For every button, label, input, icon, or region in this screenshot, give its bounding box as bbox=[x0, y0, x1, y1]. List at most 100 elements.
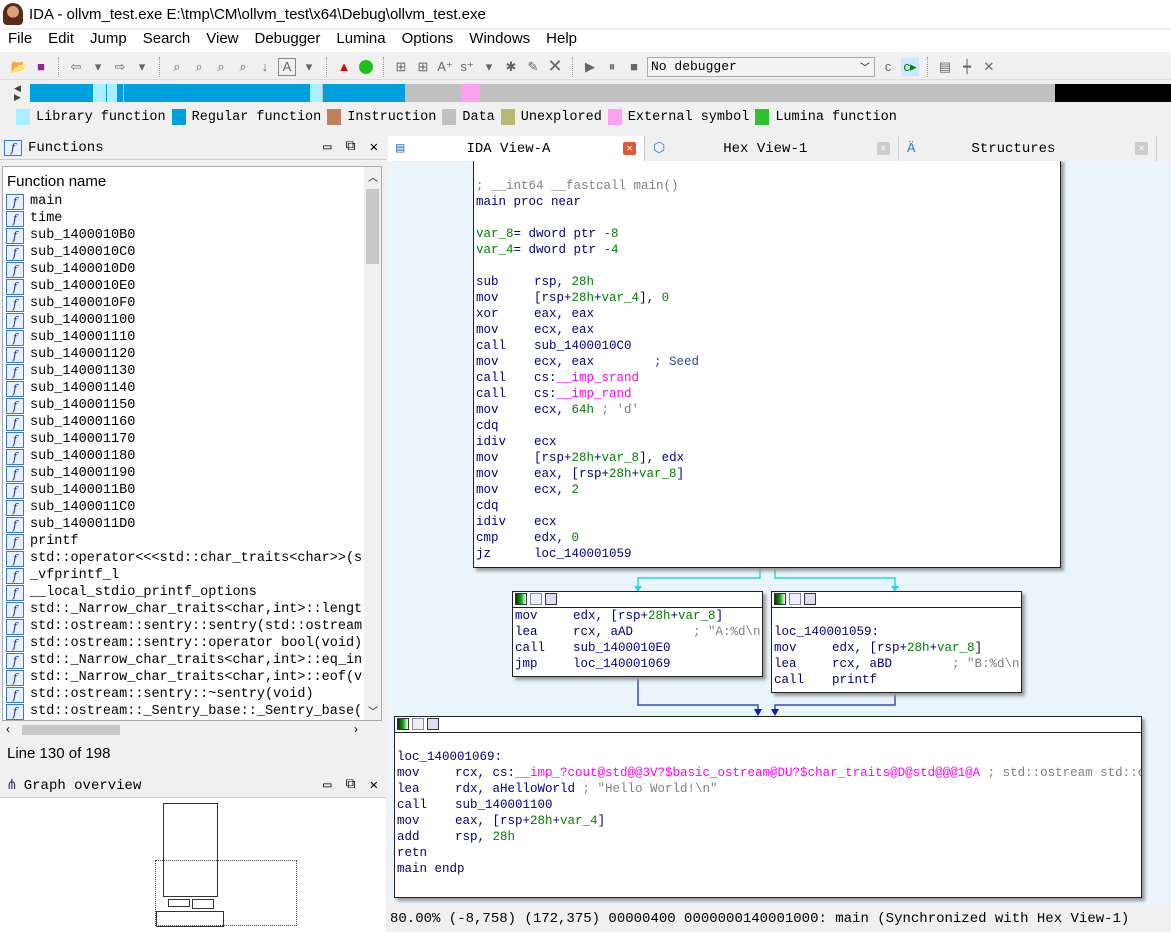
function-list-item[interactable]: f sub_1400010E0 bbox=[3, 278, 363, 295]
function-list-item[interactable]: f std::_Narrow_char_traits<char,int>::len… bbox=[3, 601, 363, 618]
text-format-icon[interactable]: A bbox=[278, 57, 296, 76]
nav-scroll-arrows-icon[interactable]: ◀ ▶ bbox=[14, 84, 21, 102]
debugger-select[interactable]: No debugger ﹀ bbox=[647, 56, 875, 77]
save-icon[interactable]: ■ bbox=[32, 58, 50, 76]
color-icon[interactable] bbox=[515, 593, 527, 605]
menu-options[interactable]: Options bbox=[394, 30, 462, 52]
graph-view[interactable]: ; __int64 __fastcall main() main proc nea… bbox=[388, 161, 1171, 905]
menu-view[interactable]: View bbox=[198, 30, 246, 52]
function-list-item[interactable]: f sub_1400011C0 bbox=[3, 499, 363, 516]
struct-dropdown-icon[interactable]: ▾ bbox=[480, 58, 498, 76]
run-c-icon[interactable]: c▸ bbox=[901, 57, 919, 76]
green-status-icon[interactable] bbox=[357, 58, 375, 76]
close-tab-icon[interactable]: ✕ bbox=[877, 142, 890, 155]
function-list-item[interactable]: f std::_Narrow_char_traits<char,int>::eof… bbox=[3, 669, 363, 686]
back-dropdown-icon[interactable]: ▾ bbox=[89, 58, 107, 76]
function-list-item[interactable]: f sub_140001150 bbox=[3, 397, 363, 414]
navigation-band[interactable]: ◀ ▶ bbox=[0, 82, 1171, 104]
make-array-icon[interactable]: ✱ bbox=[502, 58, 520, 76]
undefine-icon[interactable]: ✕ bbox=[546, 56, 564, 76]
overview-viewport[interactable] bbox=[155, 860, 297, 926]
code-block-main[interactable]: ; __int64 __fastcall main() main proc nea… bbox=[473, 161, 1061, 568]
play-icon[interactable]: ▶ bbox=[581, 58, 599, 76]
function-list-item[interactable]: f sub_140001180 bbox=[3, 448, 363, 465]
delete-breakpoint-icon[interactable]: ✕ bbox=[980, 58, 998, 76]
function-list-item[interactable]: f sub_140001170 bbox=[3, 431, 363, 448]
function-list-item[interactable]: f printf bbox=[3, 533, 363, 550]
code-block-right[interactable]: loc_140001059: mov edx, [rsp+28h+var_8] lea… bbox=[771, 591, 1022, 693]
function-list-item[interactable]: f std::operator<<<std::char_traits<char>>… bbox=[3, 550, 363, 567]
function-list-item[interactable]: f sub_140001110 bbox=[3, 329, 363, 346]
menu-search[interactable]: Search bbox=[135, 30, 199, 52]
function-list-item[interactable]: f _vfprintf_l bbox=[3, 567, 363, 584]
edit-icon[interactable]: ✎ bbox=[524, 58, 542, 76]
search-binary-icon[interactable]: ⌕ bbox=[212, 58, 230, 76]
menu-edit[interactable]: Edit bbox=[40, 30, 82, 52]
function-list-item[interactable]: f sub_1400010F0 bbox=[3, 295, 363, 312]
step-c-icon[interactable]: c bbox=[879, 58, 897, 76]
pause-icon[interactable]: ⏸ bbox=[603, 58, 621, 76]
color-icon[interactable] bbox=[774, 593, 786, 605]
function-list-item[interactable]: f main bbox=[3, 193, 363, 210]
search-code-icon[interactable]: ⌕ bbox=[168, 58, 186, 76]
function-list-item[interactable]: f __local_stdio_printf_options bbox=[3, 584, 363, 601]
menu-lumina[interactable]: Lumina bbox=[328, 30, 393, 52]
stop-icon[interactable]: ■ bbox=[625, 58, 643, 76]
open-icon[interactable]: 📂 bbox=[10, 58, 28, 76]
function-list-item[interactable]: f sub_140001100 bbox=[3, 312, 363, 329]
function-list-item[interactable]: f sub_1400010B0 bbox=[3, 227, 363, 244]
function-list-item[interactable]: f std::ostream::sentry::sentry(std::ostre… bbox=[3, 618, 363, 635]
menu-file[interactable]: File bbox=[0, 30, 40, 52]
maximize-icon[interactable]: ▭ bbox=[323, 777, 331, 794]
edit-icon[interactable] bbox=[789, 593, 801, 605]
menu-windows[interactable]: Windows bbox=[461, 30, 538, 52]
menu-debugger[interactable]: Debugger bbox=[247, 30, 329, 52]
make-data-icon[interactable]: ⊞ bbox=[414, 58, 432, 76]
warning-icon[interactable]: ▲ bbox=[335, 58, 353, 76]
column-header-function-name[interactable]: Function name bbox=[3, 167, 381, 193]
group-icon[interactable] bbox=[427, 718, 439, 730]
add-breakpoint-icon[interactable]: ┿ bbox=[958, 58, 976, 76]
graph-overview-canvas[interactable] bbox=[0, 798, 386, 932]
code-block-left[interactable]: mov edx, [rsp+28h+var_8] lea rcx, aAD ; "A:… bbox=[512, 591, 763, 677]
edit-icon[interactable] bbox=[530, 593, 542, 605]
group-icon[interactable] bbox=[804, 593, 816, 605]
color-icon[interactable] bbox=[397, 718, 409, 730]
function-list-item[interactable]: f sub_1400010D0 bbox=[3, 261, 363, 278]
function-list-item[interactable]: f sub_140001130 bbox=[3, 363, 363, 380]
function-list-item[interactable]: f sub_140001190 bbox=[3, 465, 363, 482]
maximize-icon[interactable]: ▭ bbox=[323, 139, 331, 156]
close-tab-icon[interactable]: ✕ bbox=[623, 142, 636, 155]
close-icon[interactable]: ✕ bbox=[370, 777, 378, 794]
make-struct-icon[interactable]: s⁺ bbox=[458, 58, 476, 76]
function-list-item[interactable]: f sub_140001120 bbox=[3, 346, 363, 363]
forward-dropdown-icon[interactable]: ▾ bbox=[133, 58, 151, 76]
function-list-item[interactable]: f std::ostream::sentry::operator bool(voi… bbox=[3, 635, 363, 652]
jump-down-icon[interactable]: ↓ bbox=[256, 58, 274, 76]
close-icon[interactable]: ✕ bbox=[370, 139, 378, 156]
make-code-icon[interactable]: ⊞ bbox=[392, 58, 410, 76]
function-list-item[interactable]: f std::_Narrow_char_traits<char,int>::eq_… bbox=[3, 652, 363, 669]
code-block-bottom[interactable]: loc_140001069: mov rcx, cs:__imp_?cout@std… bbox=[394, 716, 1142, 898]
function-list-item[interactable]: f sub_140001160 bbox=[3, 414, 363, 431]
menu-jump[interactable]: Jump bbox=[82, 30, 135, 52]
breakpoint-list-icon[interactable]: ▤ bbox=[936, 58, 954, 76]
horizontal-scrollbar[interactable]: ‹ › bbox=[2, 722, 362, 738]
forward-icon[interactable]: ⇨ bbox=[111, 58, 129, 76]
tab-ida-view-a[interactable]: ▤ IDA View-A ✕ bbox=[388, 136, 645, 161]
float-icon[interactable]: ⧉ bbox=[346, 777, 356, 794]
function-list-item[interactable]: f std::ostream::_Sentry_base::_Sentry_bas… bbox=[3, 703, 363, 720]
edit-icon[interactable] bbox=[412, 718, 424, 730]
group-icon[interactable] bbox=[545, 593, 557, 605]
function-list-item[interactable]: f sub_140001140 bbox=[3, 380, 363, 397]
vertical-scrollbar[interactable]: ︿ ﹀ bbox=[364, 167, 381, 720]
tab-structures[interactable]: Ä Structures ✕ bbox=[899, 136, 1157, 161]
make-string-icon[interactable]: A⁺ bbox=[436, 58, 454, 76]
function-list-item[interactable]: f time bbox=[3, 210, 363, 227]
navigation-bar[interactable] bbox=[30, 84, 1171, 102]
function-list-item[interactable]: f sub_1400010C0 bbox=[3, 244, 363, 261]
tab-hex-view-1[interactable]: ⬡ Hex View-1 ✕ bbox=[645, 136, 899, 161]
search-text-icon[interactable]: ⌕ bbox=[190, 58, 208, 76]
function-list-item[interactable]: f std::ostream::sentry::~sentry(void) bbox=[3, 686, 363, 703]
search-next-icon[interactable]: ⌕ bbox=[234, 58, 252, 76]
